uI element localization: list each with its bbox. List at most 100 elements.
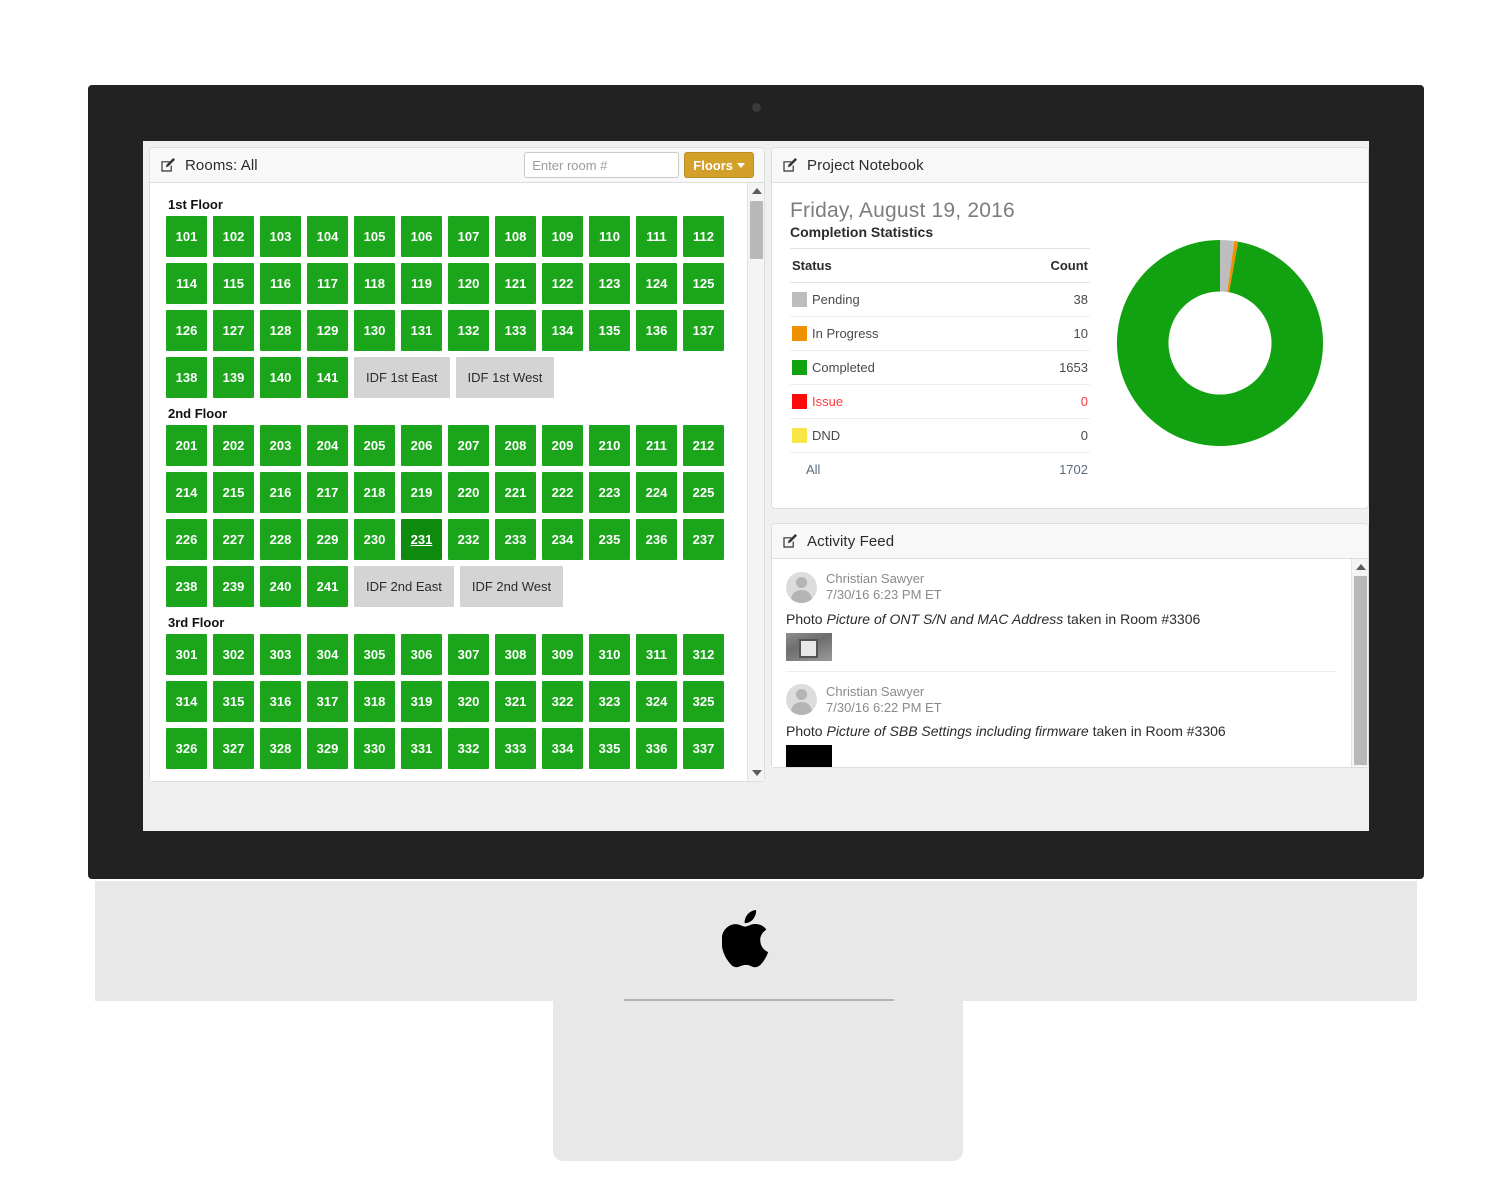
room-cell[interactable]: 127 bbox=[213, 310, 254, 351]
room-cell[interactable]: 139 bbox=[213, 357, 254, 398]
room-cell[interactable]: 329 bbox=[307, 728, 348, 769]
room-cell[interactable]: 224 bbox=[636, 472, 677, 513]
room-cell[interactable]: 102 bbox=[213, 216, 254, 257]
table-row[interactable]: In Progress 10 bbox=[790, 316, 1090, 351]
room-cell[interactable]: 240 bbox=[260, 566, 301, 607]
room-cell[interactable]: 233 bbox=[495, 519, 536, 560]
room-cell[interactable]: 231 bbox=[401, 519, 442, 560]
room-cell[interactable]: 301 bbox=[166, 634, 207, 675]
donut-slice[interactable] bbox=[1116, 239, 1324, 446]
room-cell[interactable]: 228 bbox=[260, 519, 301, 560]
room-cell[interactable]: 326 bbox=[166, 728, 207, 769]
room-cell[interactable]: 140 bbox=[260, 357, 301, 398]
room-cell[interactable]: 129 bbox=[307, 310, 348, 351]
room-cell[interactable]: 103 bbox=[260, 216, 301, 257]
table-row[interactable]: Pending 38 bbox=[790, 282, 1090, 317]
room-cell[interactable]: 109 bbox=[542, 216, 583, 257]
feed-scroll-area[interactable]: Christian Sawyer 7/30/16 6:23 PM ET Photo … bbox=[772, 559, 1351, 767]
room-cell[interactable]: 221 bbox=[495, 472, 536, 513]
room-cell[interactable]: 319 bbox=[401, 681, 442, 722]
room-cell[interactable]: 206 bbox=[401, 425, 442, 466]
room-cell[interactable]: 134 bbox=[542, 310, 583, 351]
table-total-row[interactable]: All 1702 bbox=[790, 453, 1090, 487]
feed-photo-thumbnail[interactable] bbox=[786, 745, 832, 767]
room-cell[interactable]: 314 bbox=[166, 681, 207, 722]
room-cell[interactable]: 130 bbox=[354, 310, 395, 351]
room-cell[interactable]: 309 bbox=[542, 634, 583, 675]
room-cell[interactable]: 210 bbox=[589, 425, 630, 466]
room-cell[interactable]: 310 bbox=[589, 634, 630, 675]
room-cell[interactable]: 234 bbox=[542, 519, 583, 560]
room-cell[interactable]: 217 bbox=[307, 472, 348, 513]
room-cell[interactable]: 316 bbox=[260, 681, 301, 722]
room-cell[interactable]: 121 bbox=[495, 263, 536, 304]
room-cell[interactable]: 211 bbox=[636, 425, 677, 466]
room-cell[interactable]: 335 bbox=[589, 728, 630, 769]
room-cell[interactable]: 227 bbox=[213, 519, 254, 560]
room-cell[interactable]: 304 bbox=[307, 634, 348, 675]
room-cell[interactable]: 321 bbox=[495, 681, 536, 722]
room-cell[interactable]: 106 bbox=[401, 216, 442, 257]
room-cell[interactable]: 236 bbox=[636, 519, 677, 560]
room-cell[interactable]: 214 bbox=[166, 472, 207, 513]
room-cell[interactable]: 218 bbox=[354, 472, 395, 513]
room-cell[interactable]: 108 bbox=[495, 216, 536, 257]
room-cell[interactable]: 122 bbox=[542, 263, 583, 304]
room-cell[interactable]: 232 bbox=[448, 519, 489, 560]
room-cell[interactable]: 311 bbox=[636, 634, 677, 675]
room-cell[interactable]: 318 bbox=[354, 681, 395, 722]
room-cell[interactable]: 336 bbox=[636, 728, 677, 769]
rooms-scroll-area[interactable]: 1st Floor 101 102 103 104 105 106 107 108 109 110 1… bbox=[150, 183, 747, 781]
scroll-up-arrow-icon[interactable] bbox=[748, 184, 765, 198]
table-row[interactable]: Completed 1653 bbox=[790, 350, 1090, 385]
idf-cell[interactable]: IDF 1st East bbox=[354, 357, 450, 398]
room-cell[interactable]: 116 bbox=[260, 263, 301, 304]
rooms-scrollbar[interactable] bbox=[747, 183, 764, 781]
room-cell[interactable]: 333 bbox=[495, 728, 536, 769]
room-cell[interactable]: 207 bbox=[448, 425, 489, 466]
room-cell[interactable]: 141 bbox=[307, 357, 348, 398]
room-cell[interactable]: 220 bbox=[448, 472, 489, 513]
feed-scroll-up-arrow-icon[interactable] bbox=[1352, 560, 1369, 574]
idf-cell[interactable]: IDF 1st West bbox=[455, 357, 555, 398]
idf-cell[interactable]: IDF 2nd East bbox=[354, 566, 454, 607]
room-cell[interactable]: 209 bbox=[542, 425, 583, 466]
room-cell[interactable]: 337 bbox=[683, 728, 724, 769]
room-cell[interactable]: 331 bbox=[401, 728, 442, 769]
room-cell[interactable]: 208 bbox=[495, 425, 536, 466]
room-search-input[interactable] bbox=[524, 152, 680, 178]
room-cell[interactable]: 201 bbox=[166, 425, 207, 466]
feed-photo-thumbnail[interactable] bbox=[786, 632, 832, 661]
room-cell[interactable]: 216 bbox=[260, 472, 301, 513]
room-cell[interactable]: 317 bbox=[307, 681, 348, 722]
room-cell[interactable]: 307 bbox=[448, 634, 489, 675]
room-cell[interactable]: 120 bbox=[448, 263, 489, 304]
room-cell[interactable]: 322 bbox=[542, 681, 583, 722]
room-cell[interactable]: 325 bbox=[683, 681, 724, 722]
room-cell[interactable]: 215 bbox=[213, 472, 254, 513]
room-cell[interactable]: 135 bbox=[589, 310, 630, 351]
room-cell[interactable]: 132 bbox=[448, 310, 489, 351]
room-cell[interactable]: 332 bbox=[448, 728, 489, 769]
room-cell[interactable]: 237 bbox=[683, 519, 724, 560]
room-cell[interactable]: 138 bbox=[166, 357, 207, 398]
room-cell[interactable]: 226 bbox=[166, 519, 207, 560]
room-cell[interactable]: 230 bbox=[354, 519, 395, 560]
feed-scroll-thumb[interactable] bbox=[1354, 576, 1367, 765]
room-cell[interactable]: 124 bbox=[636, 263, 677, 304]
room-cell[interactable]: 128 bbox=[260, 310, 301, 351]
room-cell[interactable]: 105 bbox=[354, 216, 395, 257]
room-cell[interactable]: 305 bbox=[354, 634, 395, 675]
feed-scrollbar[interactable] bbox=[1351, 559, 1368, 767]
room-cell[interactable]: 205 bbox=[354, 425, 395, 466]
room-cell[interactable]: 203 bbox=[260, 425, 301, 466]
floors-dropdown-button[interactable]: Floors bbox=[684, 152, 754, 178]
room-cell[interactable]: 112 bbox=[683, 216, 724, 257]
room-cell[interactable]: 204 bbox=[307, 425, 348, 466]
room-cell[interactable]: 303 bbox=[260, 634, 301, 675]
room-cell[interactable]: 223 bbox=[589, 472, 630, 513]
room-cell[interactable]: 334 bbox=[542, 728, 583, 769]
room-cell[interactable]: 202 bbox=[213, 425, 254, 466]
room-cell[interactable]: 118 bbox=[354, 263, 395, 304]
room-cell[interactable]: 241 bbox=[307, 566, 348, 607]
